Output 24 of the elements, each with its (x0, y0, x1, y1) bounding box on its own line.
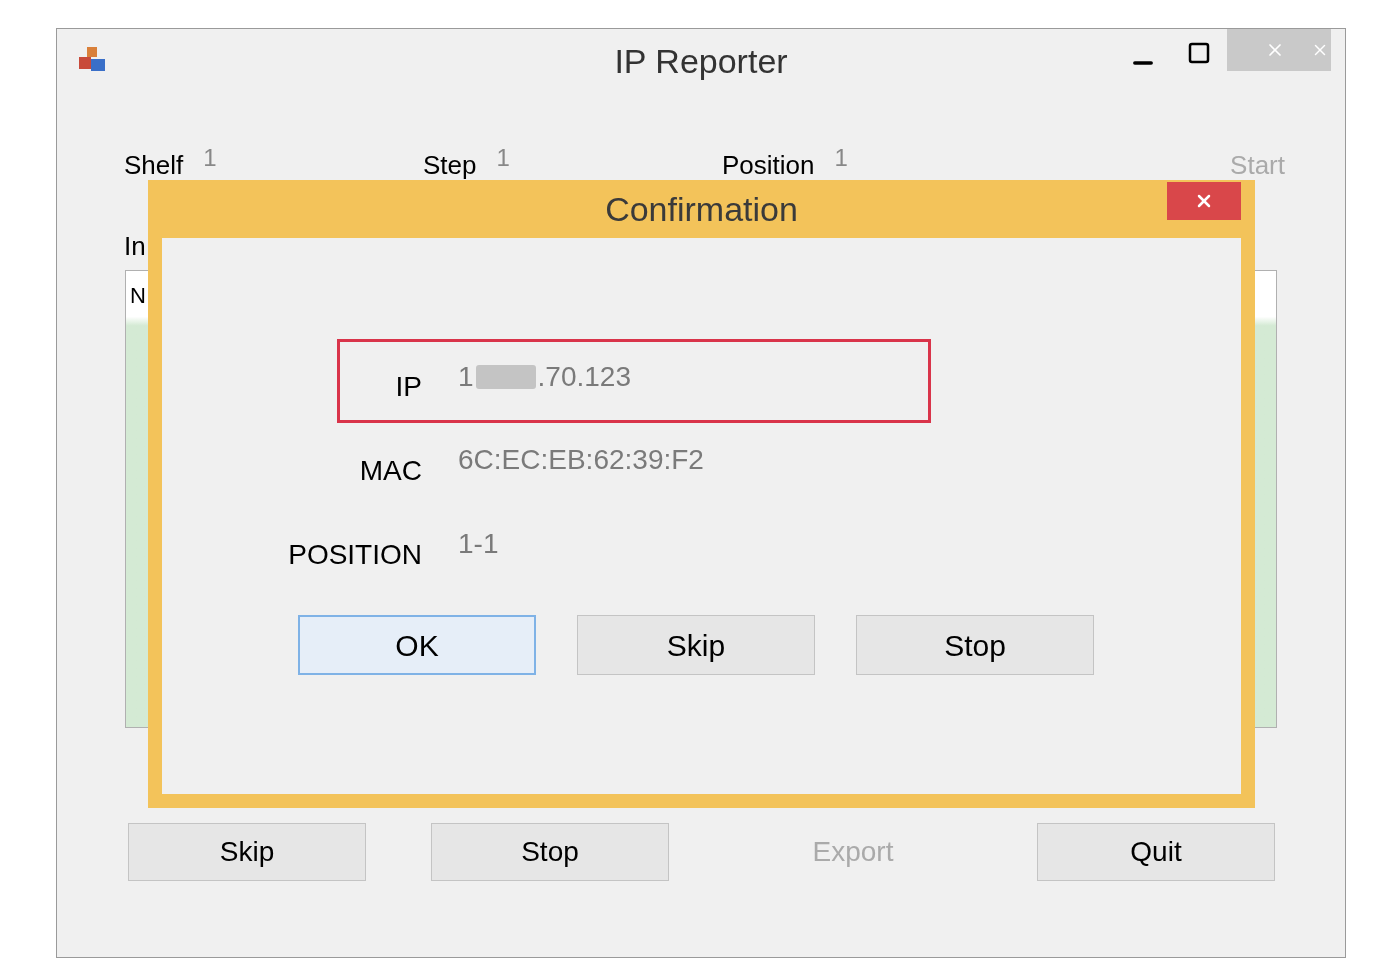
field-label: MAC (358, 454, 422, 488)
counter-value: 1 (496, 142, 510, 173)
maximize-icon[interactable] (1187, 41, 1211, 65)
dialog-title: Confirmation (605, 188, 798, 230)
counter-label: Step (423, 148, 477, 182)
counter-value: 1 (834, 142, 848, 173)
action-button[interactable]: Stop (431, 823, 669, 881)
info-label: In (124, 230, 147, 263)
field-value: 6C:EC:EB:62:39:F2 (458, 443, 704, 477)
field-value: 1 .70.123 (458, 360, 631, 394)
counter-value: 1 (203, 142, 217, 173)
dialog-button[interactable]: Stop (856, 615, 1094, 675)
dialog-button[interactable]: Skip (577, 615, 815, 675)
action-button[interactable]: Quit (1037, 823, 1275, 881)
counter-label: Position (722, 148, 815, 182)
window-title: IP Reporter (614, 40, 788, 82)
field-label: IP (394, 370, 422, 404)
field-label: POSITION (287, 538, 422, 572)
field-value: 1-1 (458, 527, 499, 561)
dialog-close-button[interactable] (1167, 182, 1241, 220)
counter-label: Shelf (124, 148, 184, 182)
action-button[interactable]: Skip (128, 823, 366, 881)
dialog-button[interactable]: OK (298, 615, 536, 675)
list-text: N (130, 283, 146, 308)
